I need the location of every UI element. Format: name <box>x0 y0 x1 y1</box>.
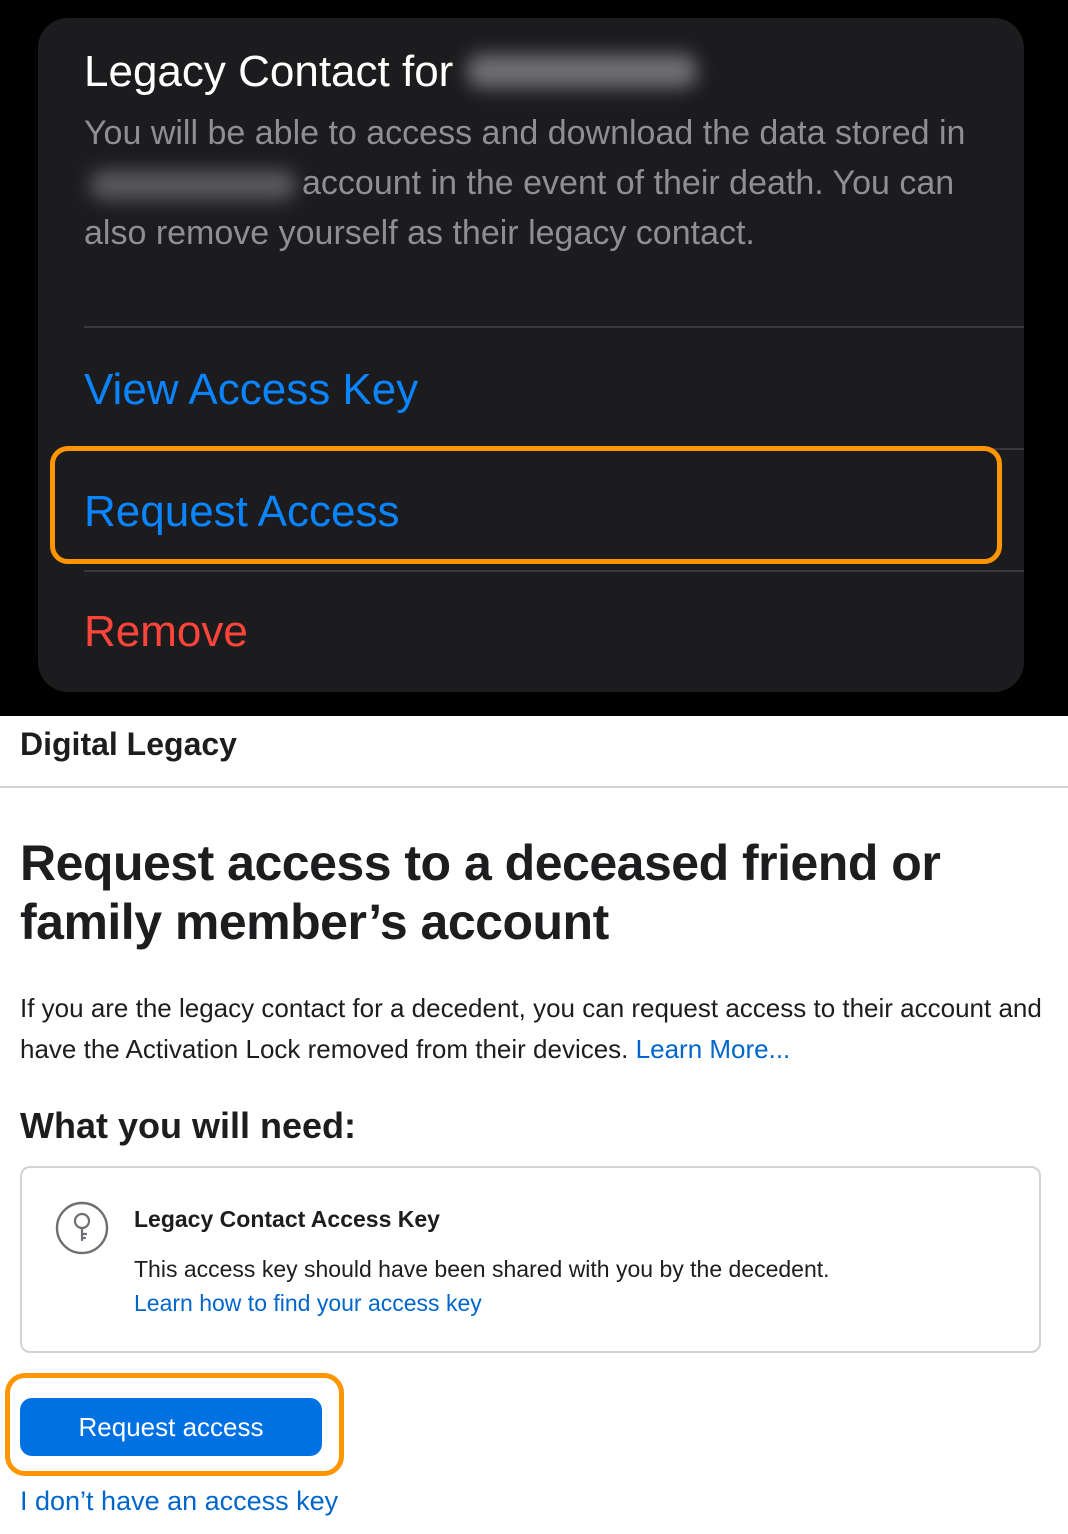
page-nav: Digital Legacy <box>0 716 1068 788</box>
nav-title: Digital Legacy <box>20 726 237 762</box>
remove-button[interactable]: Remove <box>84 602 248 662</box>
requirement-title: Legacy Contact Access Key <box>134 1206 440 1232</box>
redacted-name <box>467 54 698 89</box>
legacy-contact-description-part1: You will be able to access and download … <box>84 114 966 152</box>
legacy-contact-title: Legacy Contact for <box>84 46 984 98</box>
page-title: Request access to a deceased friend or f… <box>20 835 941 950</box>
legacy-contact-title-text: Legacy Contact for <box>84 47 454 96</box>
find-access-key-link[interactable]: Learn how to find your access key <box>134 1288 482 1318</box>
requirements-heading: What you will need: <box>20 1105 357 1146</box>
digital-legacy-page: Digital Legacy Request access to a decea… <box>0 716 1068 1534</box>
separator <box>84 570 1024 572</box>
no-access-key-link[interactable]: I don’t have an access key <box>20 1484 338 1518</box>
key-icon <box>54 1200 110 1256</box>
legacy-contact-header: Legacy Contact for You will be able to a… <box>84 46 984 258</box>
separator <box>84 326 1024 328</box>
requirement-card: Legacy Contact Access Key This access ke… <box>20 1166 1041 1353</box>
view-access-key-button[interactable]: View Access Key <box>84 360 418 420</box>
request-access-submit-button[interactable]: Request access <box>20 1398 322 1456</box>
redacted-name-inline <box>90 170 296 201</box>
request-access-highlight <box>50 446 1002 564</box>
requirement-description: This access key should have been shared … <box>134 1256 830 1282</box>
legacy-contact-card: Legacy Contact for You will be able to a… <box>38 18 1024 692</box>
legacy-contact-description: You will be able to access and download … <box>84 108 984 258</box>
intro-paragraph: If you are the legacy contact for a dece… <box>20 988 1060 1070</box>
ios-legacy-contact-screen: Legacy Contact for You will be able to a… <box>0 0 1068 716</box>
learn-more-link[interactable]: Learn More... <box>636 1034 791 1064</box>
intro-text: If you are the legacy contact for a dece… <box>20 993 1042 1064</box>
